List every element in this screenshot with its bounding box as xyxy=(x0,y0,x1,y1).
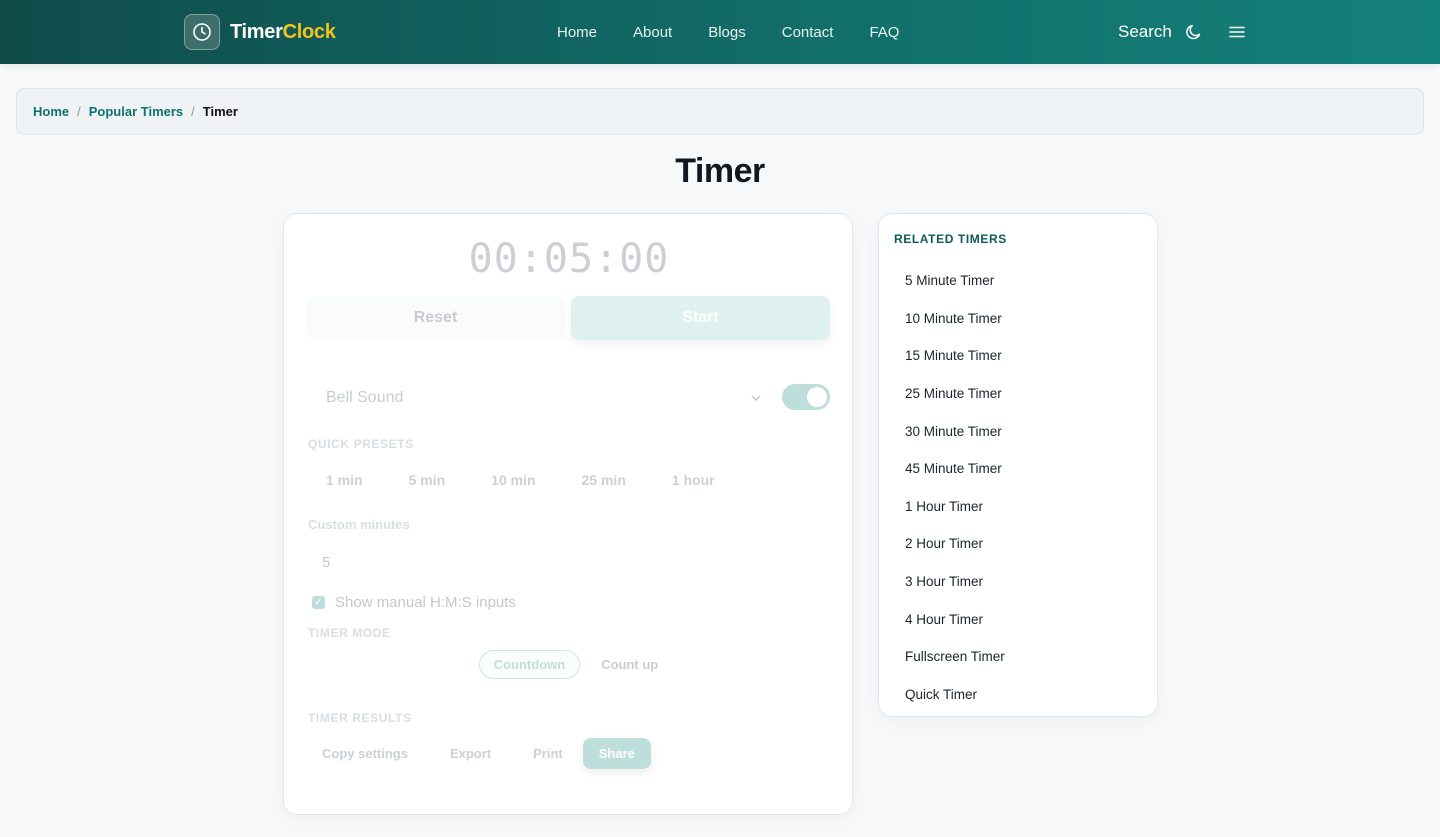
related-link-5-minute[interactable]: 5 Minute Timer xyxy=(905,273,994,288)
related-timers-title: RELATED TIMERS xyxy=(894,232,1007,246)
timer-mode-label: TIMER MODE xyxy=(308,626,391,640)
search-button[interactable]: Search xyxy=(1118,22,1172,42)
timer-card: 00:05:00 Reset Start Bell Sound QUICK PR… xyxy=(283,213,853,815)
breadcrumb-current: Timer xyxy=(202,104,238,119)
checkmark-icon[interactable]: ✓ xyxy=(312,596,325,609)
share-button[interactable]: Share xyxy=(582,738,651,769)
list-item: 30 Minute Timer xyxy=(905,412,1005,450)
list-item: 10 Minute Timer xyxy=(905,300,1005,338)
print-button[interactable]: Print xyxy=(517,738,579,769)
preset-1-min[interactable]: 1 min xyxy=(306,470,383,490)
brand-logo-link[interactable]: TimerClock xyxy=(184,14,336,50)
breadcrumb-home[interactable]: Home xyxy=(33,104,69,119)
related-link-3-hour[interactable]: 3 Hour Timer xyxy=(905,574,983,589)
quick-presets-label: QUICK PRESETS xyxy=(308,437,414,451)
list-item: 15 Minute Timer xyxy=(905,337,1005,375)
sound-select-value: Bell Sound xyxy=(326,389,404,406)
related-timers-list: 5 Minute Timer 10 Minute Timer 15 Minute… xyxy=(905,262,1005,713)
sound-select[interactable]: Bell Sound xyxy=(306,382,768,414)
brand-name-part2: Clock xyxy=(282,20,336,43)
hamburger-menu-icon[interactable] xyxy=(1225,20,1249,44)
preset-10-min[interactable]: 10 min xyxy=(471,470,555,490)
timer-results-label: TIMER RESULTS xyxy=(308,711,412,725)
preset-25-min[interactable]: 25 min xyxy=(562,470,646,490)
related-link-quick[interactable]: Quick Timer xyxy=(905,687,977,702)
mode-countdown[interactable]: Countdown xyxy=(478,650,581,679)
mode-count-up[interactable]: Count up xyxy=(586,650,673,679)
reset-button[interactable]: Reset xyxy=(306,296,565,340)
quick-presets: 1 min 5 min 10 min 25 min 1 hour xyxy=(306,470,735,490)
list-item: 5 Minute Timer xyxy=(905,262,1005,300)
preset-5-min[interactable]: 5 min xyxy=(389,470,466,490)
header-actions: Search xyxy=(1118,0,1206,64)
related-link-10-minute[interactable]: 10 Minute Timer xyxy=(905,311,1002,326)
related-link-45-minute[interactable]: 45 Minute Timer xyxy=(905,461,1002,476)
related-link-30-minute[interactable]: 30 Minute Timer xyxy=(905,424,1002,439)
toggle-knob xyxy=(807,387,827,407)
copy-settings-button[interactable]: Copy settings xyxy=(306,738,424,769)
timer-controls: Reset Start xyxy=(306,296,830,340)
nav-about[interactable]: About xyxy=(633,24,672,41)
list-item: Quick Timer xyxy=(905,676,1005,714)
list-item: 25 Minute Timer xyxy=(905,375,1005,413)
related-link-1-hour[interactable]: 1 Hour Timer xyxy=(905,499,983,514)
list-item: 45 Minute Timer xyxy=(905,450,1005,488)
timer-results-actions: Copy settings Export Print Share xyxy=(306,738,651,769)
brand-name-part1: Timer xyxy=(230,20,283,43)
sound-toggle[interactable] xyxy=(782,384,830,410)
manual-inputs-option[interactable]: ✓ Show manual H:M:S inputs xyxy=(312,594,516,611)
breadcrumb-separator: / xyxy=(191,104,195,119)
custom-minutes-input[interactable]: 5 xyxy=(306,548,830,576)
related-link-4-hour[interactable]: 4 Hour Timer xyxy=(905,612,983,627)
breadcrumb-separator: / xyxy=(77,104,81,119)
sound-row: Bell Sound xyxy=(306,382,830,414)
manual-inputs-label: Show manual H:M:S inputs xyxy=(335,594,516,611)
related-timers-panel: RELATED TIMERS 5 Minute Timer 10 Minute … xyxy=(878,213,1158,717)
nav-contact[interactable]: Contact xyxy=(782,24,834,41)
list-item: 3 Hour Timer xyxy=(905,563,1005,601)
brand-name: TimerClock xyxy=(230,21,336,44)
list-item: Fullscreen Timer xyxy=(905,638,1005,676)
nav-blogs[interactable]: Blogs xyxy=(708,24,746,41)
list-item: 4 Hour Timer xyxy=(905,600,1005,638)
chevron-down-icon xyxy=(750,389,762,407)
preset-1-hour[interactable]: 1 hour xyxy=(652,470,735,490)
related-link-15-minute[interactable]: 15 Minute Timer xyxy=(905,348,1002,363)
moon-icon[interactable] xyxy=(1182,20,1206,44)
timer-mode-switch: Countdown Count up xyxy=(284,650,854,679)
page-title: Timer xyxy=(675,152,765,190)
breadcrumb: Home / Popular Timers / Timer xyxy=(16,88,1424,135)
list-item: 2 Hour Timer xyxy=(905,525,1005,563)
main-nav: Home About Blogs Contact FAQ xyxy=(540,0,899,64)
nav-faq[interactable]: FAQ xyxy=(869,24,899,41)
related-link-25-minute[interactable]: 25 Minute Timer xyxy=(905,386,1002,401)
list-item: 1 Hour Timer xyxy=(905,488,1005,526)
timer-display: 00:05:00 xyxy=(468,236,670,282)
breadcrumb-popular-timers[interactable]: Popular Timers xyxy=(89,104,183,119)
start-button[interactable]: Start xyxy=(571,296,830,340)
related-link-2-hour[interactable]: 2 Hour Timer xyxy=(905,536,983,551)
related-link-fullscreen[interactable]: Fullscreen Timer xyxy=(905,649,1005,664)
custom-minutes-label: Custom minutes xyxy=(308,517,410,532)
nav-home[interactable]: Home xyxy=(557,24,597,41)
export-button[interactable]: Export xyxy=(434,738,507,769)
site-header: TimerClock Home About Blogs Contact FAQ … xyxy=(0,0,1440,64)
clock-icon xyxy=(184,14,220,50)
